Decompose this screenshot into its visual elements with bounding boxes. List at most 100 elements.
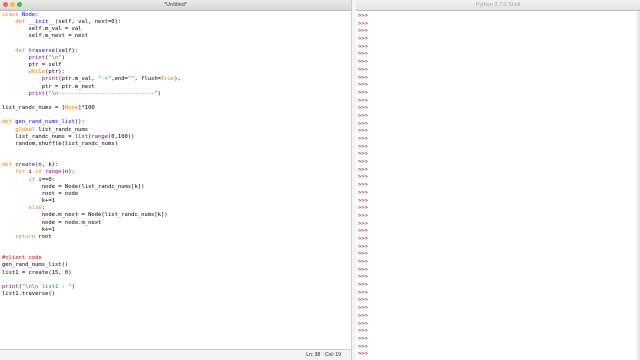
shell-prompt: >>>: [358, 220, 368, 227]
code-token: Node: [21, 12, 36, 18]
code-line: list_randc_nums = [None]*100: [2, 105, 349, 112]
code-line: ptr = ptr.m_next: [2, 84, 349, 91]
code-token: class: [2, 12, 22, 18]
shell-prompt: >>>: [358, 82, 368, 89]
code-line: node.m_next = Node(list_randc_nums[k]): [2, 212, 349, 219]
code-token: ,end=: [111, 76, 128, 83]
code-token: list_randc_nums = [: [2, 105, 65, 112]
shell-prompt: >>>: [358, 174, 368, 181]
shell-prompt: >>>: [358, 20, 368, 27]
code-token: , flush=: [134, 76, 162, 83]
code-line: if i==0:: [2, 177, 349, 184]
shell-prompt: >>>: [358, 13, 368, 19]
code-token: ]*100: [78, 105, 95, 112]
shell-prompt: >>>: [358, 36, 368, 43]
code-line: def create(n, k):: [2, 162, 349, 169]
shell-prompt: >>>: [358, 74, 368, 81]
code-line: root = node: [2, 191, 349, 198]
code-token: range: [45, 169, 62, 176]
code-token: ():: [74, 119, 85, 126]
code-token: True: [161, 76, 175, 83]
shell-prompt: >>>: [358, 335, 368, 342]
code-line: for i in range(n):: [2, 169, 349, 176]
shell-prompt: >>>: [358, 182, 368, 189]
code-token: "": [127, 76, 135, 83]
code-token: range: [91, 133, 108, 140]
code-token: None: [64, 105, 79, 112]
code-token: ): [157, 90, 161, 97]
shell-prompt: >>>: [358, 251, 368, 258]
shell-prompt: >>>: [358, 328, 368, 335]
code-token: node = node.m_next: [2, 219, 102, 226]
shell-output-area[interactable]: >>> >>> >>> >>> >>> >>> >>> >>> >>> >>> >>> >>> >>> >…: [358, 13, 368, 359]
code-token: gen_rand_nums_list: [15, 119, 75, 126]
shell-prompt: >>>: [358, 228, 368, 235]
code-line: while(ptr):: [2, 69, 349, 76]
close-button[interactable]: [3, 2, 8, 7]
shell-prompt: >>>: [358, 197, 368, 204]
code-line: def __init__(self, val, next=0):: [2, 19, 349, 26]
code-token: (0,100)): [107, 133, 135, 140]
code-token: (ptr.m_val,: [58, 76, 99, 83]
shell-window: Python 3.7.0 Shell >>> >>> >>> >>> >>> >>> >>>…: [356, 0, 640, 360]
code-token: i: [25, 169, 36, 176]
code-token: ptr = ptr.m_next: [2, 83, 95, 90]
code-token: self.m_val = val: [2, 26, 82, 33]
code-token: (ptr):: [45, 69, 65, 76]
code-token: "\n\n list1 : ": [21, 283, 72, 290]
shell-prompt: >>>: [358, 259, 368, 265]
code-token: print: [28, 90, 46, 97]
code-token: gen_rand_nums_list(): [2, 262, 69, 269]
code-line: else:: [2, 205, 349, 212]
shell-prompt: >>>: [358, 274, 368, 281]
shell-prompt: >>>: [358, 282, 368, 289]
shell-prompt: >>>: [358, 151, 368, 158]
code-token: __init__: [28, 19, 56, 26]
code-token: :: [41, 205, 46, 212]
code-token: "\n-----------------------------": [48, 90, 158, 97]
minimize-button[interactable]: [10, 2, 15, 7]
code-token: print: [41, 76, 59, 83]
code-token: def: [2, 119, 16, 126]
shell-prompt: >>>: [358, 266, 368, 273]
zoom-button[interactable]: [17, 2, 22, 7]
code-editor-area[interactable]: class Node: def __init__(self, val, next…: [2, 12, 349, 298]
code-line: ptr = self: [2, 62, 349, 69]
shell-prompt: >>>: [358, 89, 368, 96]
shell-prompt: >>>: [358, 143, 368, 150]
code-line: self.m_val = val: [2, 26, 349, 33]
code-line: list_randc_nums = list(range(0,100)): [2, 134, 349, 141]
code-token: def: [2, 162, 16, 169]
shell-prompt: >>>: [358, 112, 368, 119]
code-line: self.m_next = next: [2, 33, 349, 40]
code-token: ): [71, 283, 75, 290]
shell-prompt: >>>: [358, 297, 368, 304]
shell-prompt: >>>: [358, 166, 368, 173]
code-line: print(ptr.m_val, "->",end="", flush=True…: [2, 76, 349, 83]
code-line: #client code: [2, 255, 349, 262]
shell-title: Python 3.7.0 Shell: [475, 2, 521, 8]
code-line: def gen_rand_nums_list():: [2, 119, 349, 126]
code-token: list1.traverse(): [2, 291, 55, 298]
editor-titlebar: *Untitled*: [0, 0, 351, 11]
shell-prompt: >>>: [358, 66, 368, 73]
code-line: print("\n\n list1 : "): [2, 284, 349, 291]
code-line: print("\n-----------------------------"): [2, 91, 349, 98]
code-token: node.m_next = Node(list_randc_nums[k]): [2, 212, 168, 219]
code-token: root: [35, 233, 52, 240]
code-token: random.shuffle(list_randc_nums): [2, 140, 118, 147]
code-token: ),: [174, 76, 181, 83]
code-token: #client code: [2, 255, 42, 262]
